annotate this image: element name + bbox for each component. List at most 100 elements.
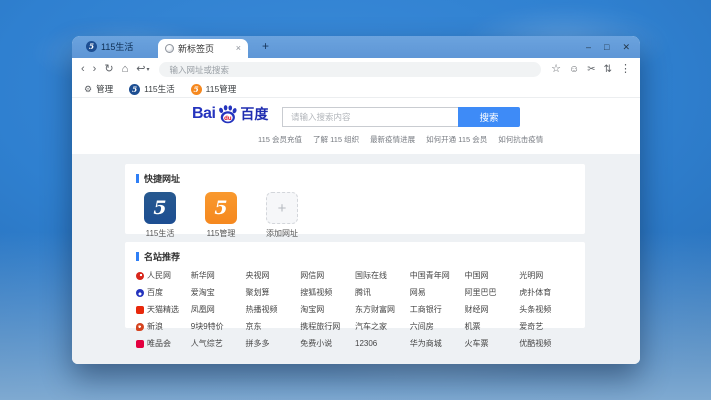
bookmark-115-life[interactable]: 5 115生活 <box>129 83 175 95</box>
site-link[interactable]: 中国青年网 <box>410 270 465 281</box>
svg-text:du: du <box>225 116 233 122</box>
baidu-paw-icon: du <box>217 105 238 124</box>
site-link-label: 火车票 <box>465 338 489 349</box>
site-link[interactable]: 国际在线 <box>355 270 410 281</box>
screenshot-scissors-icon[interactable]: ✂ <box>587 65 595 75</box>
site-link-label: 阿里巴巴 <box>465 287 497 298</box>
site-link-label: 12306 <box>355 339 377 348</box>
site-link-label: 京东 <box>246 321 262 332</box>
feedback-face-icon[interactable]: ☺ <box>569 65 579 75</box>
quick-site-115-manage[interactable]: 5 115管理 <box>198 192 244 239</box>
plus-icon[interactable]: + <box>266 192 298 224</box>
site-link[interactable]: 中国网 <box>465 270 520 281</box>
115-life-tile-icon[interactable]: 5 <box>144 192 176 224</box>
site-link[interactable]: 人民网 <box>136 270 191 281</box>
site-link[interactable]: 热播视频 <box>246 304 301 315</box>
site-link[interactable]: 工商银行 <box>410 304 465 315</box>
baidu-search-button[interactable]: 搜索 <box>458 107 520 127</box>
updown-arrows-icon[interactable]: ⇅ <box>604 65 612 75</box>
site-link[interactable]: 新浪 <box>136 321 191 332</box>
site-link[interactable]: 天猫精选 <box>136 304 191 315</box>
site-link[interactable]: 人气综艺 <box>191 338 246 349</box>
site-link[interactable]: 百度 <box>136 287 191 298</box>
site-link[interactable]: 新华网 <box>191 270 246 281</box>
site-link[interactable]: 火车票 <box>465 338 520 349</box>
site-link-label: 网易 <box>410 287 426 298</box>
maximize-button[interactable]: □ <box>604 43 609 52</box>
new-tab-button[interactable]: + <box>262 39 269 53</box>
baidu-hot-link[interactable]: 115 会员充值 <box>258 134 302 145</box>
forward-icon[interactable]: › <box>93 64 97 75</box>
home-icon[interactable]: ⌂ <box>122 64 129 75</box>
add-site-button[interactable]: + 添加网址 <box>259 192 305 239</box>
tab-115-life[interactable]: 5 115生活 <box>86 40 133 53</box>
site-link[interactable]: 华为商城 <box>410 338 465 349</box>
site-link[interactable]: 网易 <box>410 287 465 298</box>
site-link[interactable]: 拼多多 <box>246 338 301 349</box>
site-link-label: 国际在线 <box>355 270 387 281</box>
site-link[interactable]: 爱奇艺 <box>519 321 574 332</box>
tab-close-icon[interactable]: × <box>236 44 241 53</box>
site-link-label: 淘宝网 <box>300 304 324 315</box>
address-input[interactable] <box>167 64 533 76</box>
chevron-down-icon[interactable]: ▾ <box>146 66 149 73</box>
site-link[interactable]: 阿里巴巴 <box>465 287 520 298</box>
baidu-hot-link[interactable]: 最新疫情进展 <box>370 134 415 145</box>
site-link[interactable]: 京东 <box>246 321 301 332</box>
restore-tab-icon[interactable]: ↩ <box>136 64 145 75</box>
site-link[interactable]: 搜狐视频 <box>300 287 355 298</box>
site-link[interactable]: 9块9特价 <box>191 321 246 332</box>
tab-label: 115生活 <box>101 40 133 53</box>
site-link[interactable]: 央视网 <box>246 270 301 281</box>
site-link-label: 拼多多 <box>246 338 270 349</box>
back-icon[interactable]: ‹ <box>81 64 85 75</box>
restore-tab-control[interactable]: ↩ ▾ <box>136 64 149 75</box>
baidu-paw-icon <box>136 289 144 297</box>
site-link[interactable]: 汽车之家 <box>355 321 410 332</box>
site-link[interactable]: 东方财富网 <box>355 304 410 315</box>
browser-logo-icon <box>165 44 174 53</box>
115-manage-tile-icon[interactable]: 5 <box>205 192 237 224</box>
site-link[interactable]: 网信网 <box>300 270 355 281</box>
site-link[interactable]: 聚划算 <box>246 287 301 298</box>
bookmark-label: 115生活 <box>144 83 175 95</box>
site-link[interactable]: 财经网 <box>465 304 520 315</box>
site-link[interactable]: 凤凰网 <box>191 304 246 315</box>
bookmark-star-icon[interactable]: ☆ <box>551 64 561 75</box>
baidu-search-input[interactable] <box>289 111 452 123</box>
site-link[interactable]: 唯品会 <box>136 338 191 349</box>
baidu-hot-link[interactable]: 如何抗击疫情 <box>498 134 543 145</box>
baidu-search-section: Bai du 百度 搜索 115 会员充值了解 <box>72 98 640 154</box>
site-link-label: 百度 <box>147 287 163 298</box>
site-link[interactable]: 淘宝网 <box>300 304 355 315</box>
site-link[interactable]: 12306 <box>355 338 410 349</box>
tab-new-tab-page[interactable]: 新标签页 × <box>158 39 248 58</box>
site-link[interactable]: 携程旅行网 <box>300 321 355 332</box>
bookmark-manage[interactable]: ⚙ 管理 <box>84 83 113 95</box>
site-link[interactable]: 六间房 <box>410 321 465 332</box>
famous-sites-title: 名站推荐 <box>144 250 180 263</box>
bookmark-115-manage[interactable]: 5 115管理 <box>191 83 237 95</box>
site-link-label: 新华网 <box>191 270 215 281</box>
site-link[interactable]: 爱淘宝 <box>191 287 246 298</box>
site-link[interactable]: 机票 <box>465 321 520 332</box>
menu-kebab-icon[interactable]: ⋮ <box>620 64 631 75</box>
site-link[interactable]: 虎扑体育 <box>519 287 574 298</box>
115-manage-favicon: 5 <box>191 84 202 95</box>
minimize-button[interactable]: – <box>586 43 591 52</box>
bookmarks-bar: ⚙ 管理 5 115生活 5 115管理 <box>72 81 640 98</box>
site-link-label: 9块9特价 <box>191 321 224 332</box>
site-link[interactable]: 光明网 <box>519 270 574 281</box>
tile-label: 添加网址 <box>259 228 305 239</box>
baidu-hot-link[interactable]: 如何开通 115 会员 <box>426 134 487 145</box>
close-button[interactable]: ✕ <box>622 43 630 52</box>
baidu-search-box[interactable] <box>282 107 458 127</box>
site-link[interactable]: 优酷视频 <box>519 338 574 349</box>
site-link[interactable]: 头条视频 <box>519 304 574 315</box>
quick-site-115-life[interactable]: 5 115生活 <box>137 192 183 239</box>
site-link[interactable]: 腾讯 <box>355 287 410 298</box>
baidu-hot-link[interactable]: 了解 115 组织 <box>313 134 359 145</box>
site-link[interactable]: 免费小说 <box>300 338 355 349</box>
address-bar[interactable] <box>159 62 541 77</box>
refresh-icon[interactable]: ↻ <box>104 64 113 75</box>
